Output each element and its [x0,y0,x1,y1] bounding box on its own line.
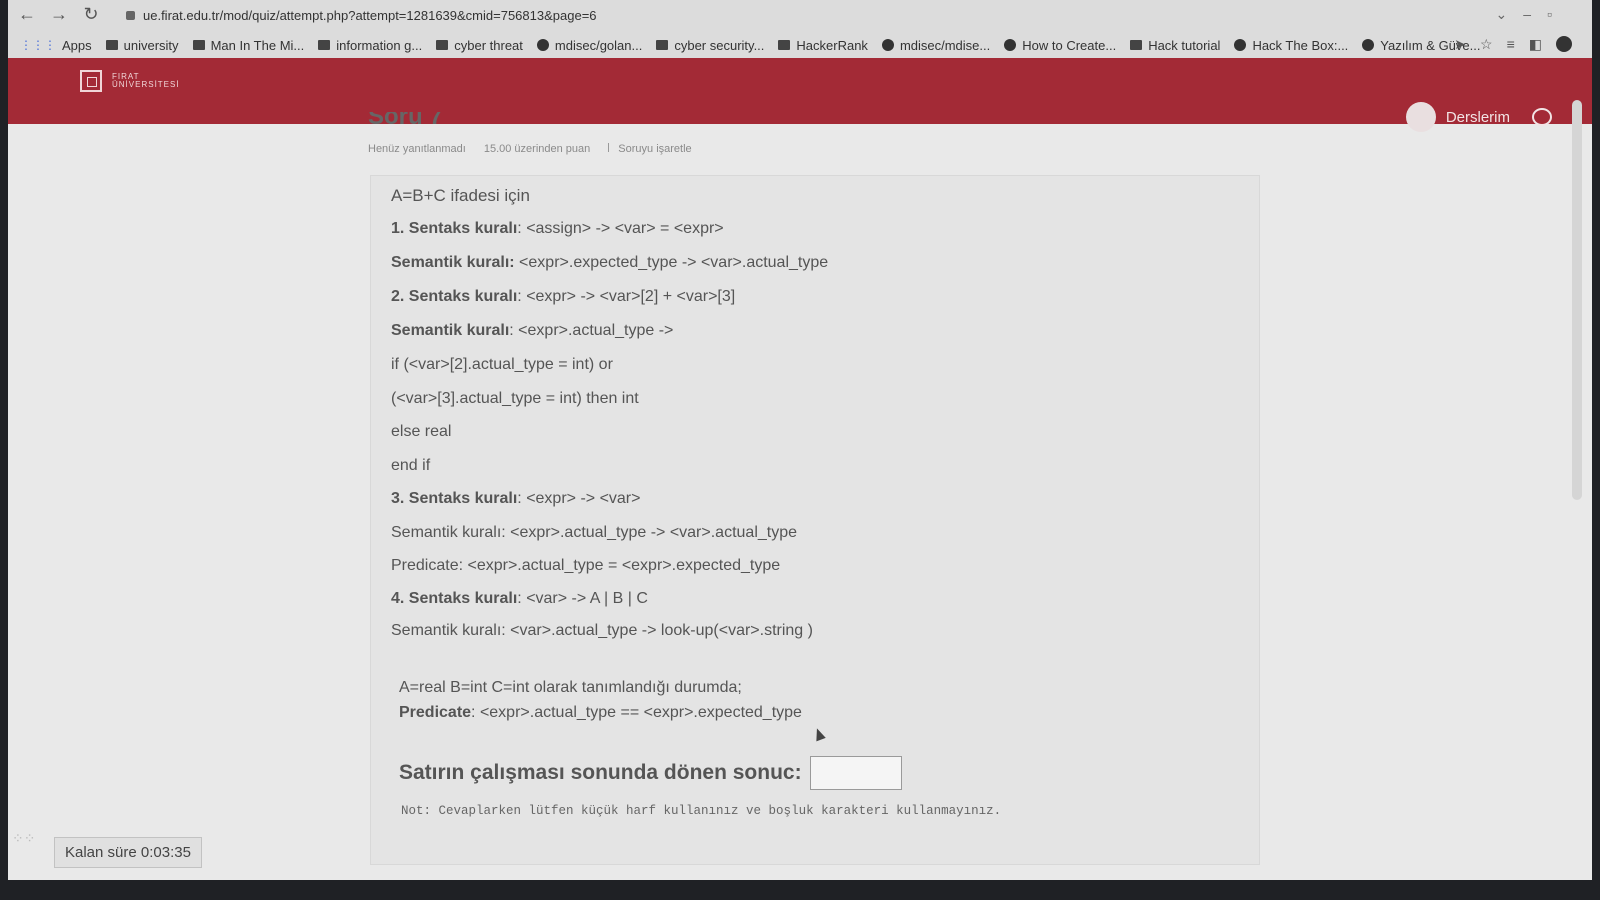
bookmarks-bar: ⋮⋮⋮ Apps university Man In The Mi... info… [20,32,1532,58]
hackerrank-icon [778,40,791,50]
profile-avatar-icon[interactable] [1556,36,1572,52]
bookmark-mdisec-golan[interactable]: mdisec/golan... [536,38,642,53]
cond4: end if [391,457,431,474]
definition: A=real B=int C=int olarak tanımlandığı d… [399,679,742,696]
bookmark-information[interactable]: information g... [318,38,422,53]
question-status: Henüz yanıtlanmadı [368,143,466,155]
cond1: if (<var>[2].actual_type = int) or [391,356,613,373]
result-label: Satırın çalışması sonunda dönen sonuc: [399,761,802,784]
page-icon [192,40,205,50]
folder-icon [1130,40,1143,50]
sem2: Semantik kuralı: <expr>.actual_type -> [391,322,674,339]
cond3: else real [391,423,452,440]
sem3: Semantik kuralı: <expr>.actual_type -> <… [391,524,798,541]
question-title: Soru 7 [368,112,443,126]
question-points: 15.00 üzerinden puan [483,143,591,155]
chevron-down-icon[interactable]: ⌄ [1496,6,1508,23]
screen: ← → ↻ ue.firat.edu.tr/mod/quiz/attempt.p… [8,0,1592,880]
cond2: (<var>[3].actual_type = int) then int [391,390,639,407]
university-logo[interactable]: FIRAT ÜNİVERSİTESİ [80,70,180,92]
bookmark-university[interactable]: university [105,38,179,53]
htb-icon [1234,39,1247,51]
forward-icon[interactable]: → [50,4,68,25]
sidepanel-icon[interactable]: ◧ [1529,36,1542,53]
apps-grid-icon: ⋮⋮⋮ [20,38,56,52]
logo-mark-icon [80,70,102,92]
my-courses-link[interactable]: Derslerim [1446,109,1510,126]
rule3: 3. Sentaks kuralı: <expr> -> <var> [391,490,641,507]
send-icon[interactable]: ➤ [1454,36,1466,53]
bookmark-cyber-security[interactable]: cyber security... [656,38,764,53]
folder-icon [105,40,118,50]
bookmark-hack-the-box[interactable]: Hack The Box:... [1234,38,1348,53]
bookmark-mdisec-mdise[interactable]: mdisec/mdise... [881,38,990,53]
intro-text: A=B+C ifadesi için [391,186,530,205]
site-header: FIRAT ÜNİVERSİTESİ Derslerim [8,58,1592,132]
logo-text: FIRAT ÜNİVERSİTESİ [112,72,180,89]
folder-icon [436,40,449,50]
nav-buttons: ← → ↻ [18,4,100,25]
maximize-icon[interactable]: ▫ [1547,6,1552,23]
bookmark-hackerrank[interactable]: HackerRank [778,38,868,53]
folder-icon [656,40,669,50]
drawer-toggle-icon[interactable]: ⁘⁘ [12,831,35,856]
avatar[interactable] [1405,102,1436,132]
bookmark-apps[interactable]: ⋮⋮⋮ Apps [20,38,92,53]
flag-icon [608,143,614,152]
rule2: 2. Sentaks kuralı: <expr> -> <var>[2] + … [391,288,736,305]
folder-icon [318,40,331,50]
window-controls: ⌄ – ▫ [1496,6,1553,23]
question-info: Henüz yanıtlanmadı 15.00 üzerinden puan … [368,143,692,155]
back-icon[interactable]: ← [18,4,36,25]
sem4: Semantik kuralı: <var>.actual_type -> lo… [391,622,813,639]
result-row: Satırın çalışması sonunda dönen sonuc: [399,756,902,790]
scrollbar[interactable] [1572,100,1582,500]
flag-question[interactable]: Soruyu işaretle [608,143,692,155]
reload-icon[interactable]: ↻ [82,4,100,25]
star-icon[interactable]: ☆ [1480,36,1493,53]
minimize-icon[interactable]: – [1523,6,1531,23]
github-icon [536,39,549,51]
predicate: Predicate: <expr>.actual_type == <expr>.… [399,704,802,721]
rule4: 4. Sentaks kuralı: <var> -> A | B | C [391,590,648,607]
user-area: Derslerim [1405,102,1552,132]
sem1: Semantik kuralı: <expr>.expected_type ->… [391,254,829,271]
rule1: 1. Sentaks kuralı: <assign> -> <var> = <… [391,220,724,237]
pred3: Predicate: <expr>.actual_type = <expr>.e… [391,557,781,574]
bookmark-hack-tutorial[interactable]: Hack tutorial [1130,38,1220,53]
quiz-timer: Kalan süre 0:03:35 [54,837,202,868]
question-content: A=B+C ifadesi için 1. Sentaks kuralı: <a… [370,175,1260,865]
address-bar[interactable]: ue.firat.edu.tr/mod/quiz/attempt.php?att… [126,4,597,26]
github-icon [881,39,894,51]
bookmark-how-to-create[interactable]: How to Create... [1004,38,1116,53]
page-icon [1362,39,1375,51]
bookmark-man-in-the-middle[interactable]: Man In The Mi... [192,38,304,53]
lock-icon [126,10,135,20]
bookmark-cyber-threat[interactable]: cyber threat [436,38,523,53]
answer-input[interactable] [809,756,902,790]
link-icon [1004,39,1017,51]
url-text: ue.firat.edu.tr/mod/quiz/attempt.php?att… [143,7,597,23]
message-icon[interactable] [1532,108,1552,126]
toolbar-right: ➤ ☆ ≡ ◧ [1454,36,1572,53]
browser-chrome: ← → ↻ ue.firat.edu.tr/mod/quiz/attempt.p… [8,0,1592,59]
answer-note: Not: Cevaplarken lütfen küçük harf kulla… [401,804,1002,818]
reading-list-icon[interactable]: ≡ [1507,36,1515,53]
